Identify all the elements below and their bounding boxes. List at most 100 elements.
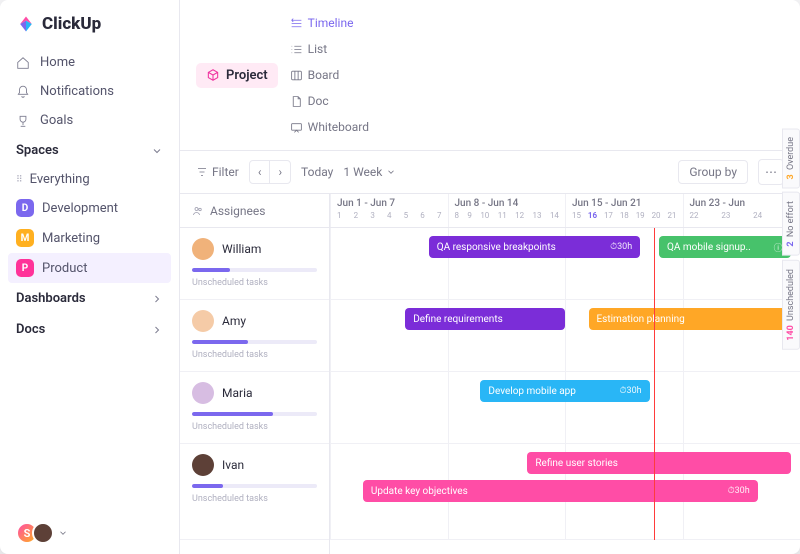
project-chip[interactable]: Project	[196, 63, 278, 88]
brand-name: ClickUp	[42, 14, 101, 34]
assignee-name: William	[222, 242, 261, 256]
assignee-name: Maria	[222, 386, 253, 400]
trophy-icon	[16, 114, 30, 128]
task-bar[interactable]: Update key objectives ⏱30h	[363, 480, 758, 502]
task-bar[interactable]: Develop mobile app ⏱30h	[480, 380, 649, 402]
user-avatar-stack[interactable]: S	[0, 522, 179, 544]
date-header: Jun 1 - Jun 7 1234567 Jun 8 - Jun 14 891011…	[330, 194, 800, 228]
task-label: Update key objectives	[371, 486, 468, 497]
grid-icon: ⠿	[16, 175, 22, 185]
space-badge: P	[16, 259, 34, 277]
week-label: Jun 15 - Jun 21	[572, 198, 677, 209]
progress-bar	[192, 484, 317, 488]
assignee-name: Ivan	[222, 458, 244, 472]
chevron-right-icon	[151, 293, 163, 305]
logo: ClickUp	[0, 14, 179, 48]
box-icon	[206, 68, 220, 82]
board-icon	[290, 69, 303, 82]
group-by-button[interactable]: Group by	[678, 160, 748, 184]
sidebar-item-product[interactable]: PProduct	[8, 253, 171, 283]
date-nav-arrows: ‹ ›	[249, 160, 291, 184]
side-badge-unscheduled[interactable]: 140 Unscheduled	[782, 260, 800, 350]
task-label: QA mobile signup..	[667, 242, 751, 253]
progress-bar	[192, 340, 317, 344]
task-label: QA responsive breakpoints	[437, 242, 556, 253]
task-estimate: ⏱30h	[728, 486, 750, 496]
home-icon	[16, 56, 30, 70]
task-estimate: ⏱30h	[610, 242, 632, 252]
unassigned-row[interactable]: Unassigned	[180, 540, 329, 554]
unscheduled-label: Unscheduled tasks	[192, 278, 317, 288]
doc-icon	[290, 95, 303, 108]
nav-home[interactable]: Home	[0, 48, 179, 77]
task-estimate: ⏱30h	[619, 386, 641, 396]
assignee-row: Maria Unscheduled tasks	[180, 372, 329, 444]
docs-header[interactable]: Docs	[0, 314, 179, 345]
logo-icon	[16, 14, 36, 34]
timeline-row: Refine user stories Update key objectives…	[330, 444, 800, 540]
timeline-icon	[290, 17, 303, 30]
chevron-down-icon	[151, 145, 163, 157]
week-label: Jun 23 - Jun	[690, 198, 795, 209]
assignee-row: Ivan Unscheduled tasks	[180, 444, 329, 540]
avatar	[192, 382, 214, 404]
space-badge: M	[16, 229, 34, 247]
chevron-down-icon	[58, 528, 68, 538]
avatar	[192, 454, 214, 476]
avatar	[192, 238, 214, 260]
today-button[interactable]: Today	[301, 165, 333, 179]
whiteboard-icon	[290, 121, 303, 134]
progress-bar	[192, 412, 317, 416]
timeline-row: Develop mobile app ⏱30h	[330, 372, 800, 444]
nav-goals[interactable]: Goals	[0, 106, 179, 135]
users-icon	[192, 205, 204, 217]
tab-timeline[interactable]: Timeline	[282, 10, 377, 36]
sidebar-item-marketing[interactable]: MMarketing	[0, 223, 179, 253]
day-row: 891011121314	[455, 211, 560, 220]
side-badge-overdue[interactable]: 3 Overdue	[782, 128, 800, 188]
filter-button[interactable]: Filter	[196, 165, 239, 179]
day-row: 22232425	[690, 211, 795, 220]
unscheduled-label: Unscheduled tasks	[192, 422, 317, 432]
tab-whiteboard[interactable]: Whiteboard	[282, 114, 377, 140]
task-bar[interactable]: Refine user stories	[527, 452, 790, 474]
task-label: Define requirements	[413, 314, 503, 325]
dashboards-header[interactable]: Dashboards	[0, 283, 179, 314]
nav-notifications[interactable]: Notifications	[0, 77, 179, 106]
task-bar[interactable]: QA responsive breakpoints ⏱30h	[429, 236, 641, 258]
sidebar-item-everything[interactable]: ⠿Everything	[0, 166, 179, 193]
task-bar[interactable]: QA mobile signup..ⓘ	[659, 236, 791, 258]
day-row: 15161718192021	[572, 211, 677, 220]
spaces-header[interactable]: Spaces	[0, 135, 179, 166]
week-label: Jun 1 - Jun 7	[337, 198, 442, 209]
next-button[interactable]: ›	[270, 161, 290, 183]
task-bar[interactable]: Estimation planning	[589, 308, 791, 330]
unscheduled-label: Unscheduled tasks	[192, 350, 317, 360]
chevron-down-icon	[386, 167, 396, 177]
space-badge: D	[16, 199, 34, 217]
sidebar-item-development[interactable]: DDevelopment	[0, 193, 179, 223]
day-row: 1234567	[337, 211, 442, 220]
chevron-right-icon	[151, 324, 163, 336]
side-badge-no-effort[interactable]: 2 No effort	[782, 192, 800, 256]
timeline-row: Define requirements Estimation planning	[330, 300, 800, 372]
tab-board[interactable]: Board	[282, 62, 377, 88]
task-label: Estimation planning	[597, 314, 685, 325]
range-button[interactable]: 1 Week	[343, 165, 396, 179]
tab-doc[interactable]: Doc	[282, 88, 377, 114]
more-button[interactable]: ⋯	[758, 159, 784, 185]
assignee-name: Amy	[222, 314, 246, 328]
tab-list[interactable]: List	[282, 36, 377, 62]
week-label: Jun 8 - Jun 14	[455, 198, 560, 209]
assignee-row: Amy Unscheduled tasks	[180, 300, 329, 372]
filter-icon	[196, 166, 208, 178]
task-bar[interactable]: Define requirements	[405, 308, 565, 330]
assignees-header: Assignees	[180, 194, 329, 228]
task-label: Refine user stories	[535, 458, 617, 469]
bell-icon	[16, 85, 30, 99]
assignee-row: William Unscheduled tasks	[180, 228, 329, 300]
unscheduled-label: Unscheduled tasks	[192, 494, 317, 504]
avatar	[192, 310, 214, 332]
prev-button[interactable]: ‹	[250, 161, 271, 183]
task-label: Develop mobile app	[488, 386, 576, 397]
